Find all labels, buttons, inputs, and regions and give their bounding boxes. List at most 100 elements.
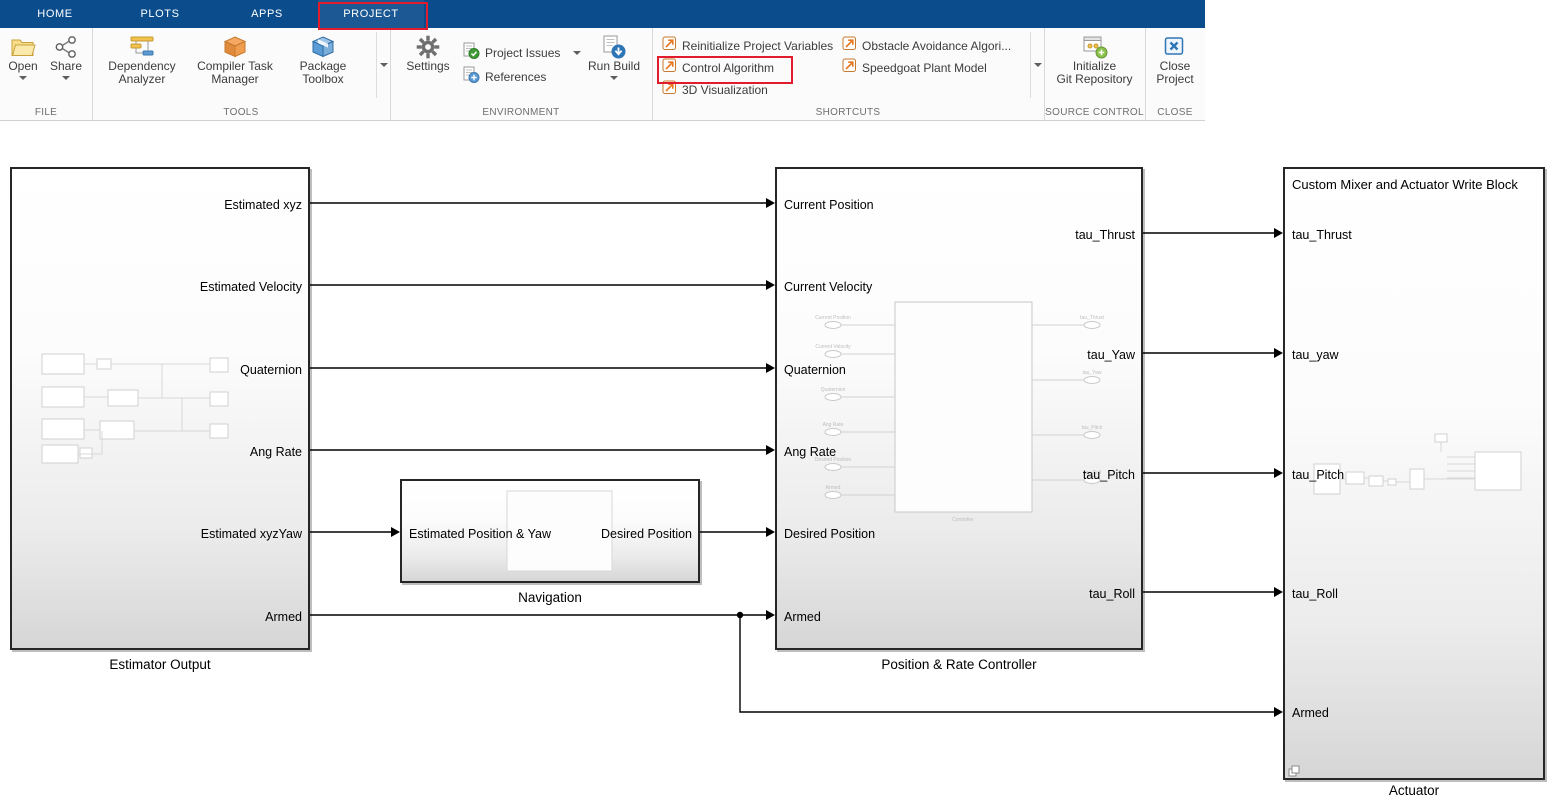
run-build-icon: [601, 33, 627, 60]
tab-project[interactable]: PROJECT: [318, 0, 424, 28]
ribbon-section-file: Open Share FILE: [0, 28, 93, 120]
port-tau-thrust-in: tau_Thrust: [1292, 228, 1352, 242]
block-position-rate-controller[interactable]: Current Position Current Velocity Quater…: [775, 167, 1143, 650]
share-dropdown-caret[interactable]: [62, 76, 70, 80]
shortcut-control-algorithm[interactable]: Control Algorithm: [662, 58, 774, 78]
ribbon-section-environment: Settings Project Issues References Run B…: [390, 28, 653, 120]
settings-gear-icon: [416, 33, 440, 60]
run-build-dropdown-caret[interactable]: [610, 76, 618, 80]
close-project-icon: [1163, 33, 1187, 60]
block-actuator[interactable]: Custom Mixer and Actuator Write Block ta…: [1283, 167, 1545, 780]
project-issues-dropdown-caret[interactable]: [573, 51, 581, 55]
port-tau-pitch-out: tau_Pitch: [1083, 468, 1135, 482]
port-tau-yaw-out: tau_Yaw: [1087, 348, 1135, 362]
inner-port-label: Quaternion: [821, 387, 846, 393]
section-label-tools: TOOLS: [92, 107, 390, 118]
port-desired-position-out: Desired Position: [601, 527, 692, 541]
shortcut-obstacle-avoidance[interactable]: Obstacle Avoidance Algori...: [842, 36, 1011, 56]
actuator-block-title: Custom Mixer and Actuator Write Block: [1292, 177, 1518, 192]
block-estimator-output[interactable]: Estimated xyz Estimated Velocity Quatern…: [10, 167, 310, 650]
open-button-label: Open: [8, 60, 37, 73]
estimator-inner-sketch: [12, 169, 308, 648]
caption-position-rate-controller: Position & Rate Controller: [775, 657, 1143, 672]
share-button[interactable]: Share: [46, 33, 86, 80]
package-toolbox-button[interactable]: Package Toolbox: [290, 33, 356, 86]
toolstrip-tabbar: HOME PLOTS APPS PROJECT: [0, 0, 1205, 28]
run-build-button[interactable]: Run Build: [584, 33, 644, 80]
ribbon-section-close: Close Project CLOSE: [1145, 28, 1205, 120]
ribbon-section-shortcuts: Reinitialize Project Variables Control A…: [652, 28, 1045, 120]
compiler-task-manager-button[interactable]: Compiler Task Manager: [191, 33, 279, 86]
references-icon: [462, 66, 480, 89]
section-label-source-control: SOURCE CONTROL: [1044, 107, 1145, 118]
dependency-analyzer-label-line2: Analyzer: [119, 73, 166, 86]
ribbon-section-tools: Dependency Analyzer Compiler Task Manage…: [92, 28, 391, 120]
project-issues-button[interactable]: Project Issues: [462, 43, 581, 63]
close-project-button[interactable]: Close Project: [1150, 33, 1200, 86]
shortcut-icon: [662, 36, 677, 56]
shortcut-speedgoat-plant-model[interactable]: Speedgoat Plant Model: [842, 58, 987, 78]
tab-plots[interactable]: PLOTS: [110, 0, 210, 28]
shortcut-label: Obstacle Avoidance Algori...: [862, 39, 1011, 53]
inner-port-label: Ang Rate: [823, 422, 844, 428]
compiler-task-manager-icon: [222, 33, 248, 60]
port-current-velocity: Current Velocity: [784, 280, 872, 294]
tab-home[interactable]: HOME: [0, 0, 110, 28]
inner-port-label: Current Position: [815, 315, 851, 321]
port-tau-roll-in: tau_Roll: [1292, 587, 1338, 601]
inner-port-label: tau_Yaw: [1082, 370, 1101, 376]
open-button[interactable]: Open: [4, 33, 42, 80]
open-dropdown-caret[interactable]: [19, 76, 27, 80]
ribbon: Open Share FILE Dependency Analyzer Comp…: [0, 28, 1205, 121]
shortcuts-gallery-expand-button[interactable]: [1030, 32, 1044, 98]
inner-block-caption: Controller: [952, 517, 974, 523]
shortcut-reinitialize-project-variables[interactable]: Reinitialize Project Variables: [662, 36, 833, 56]
caption-estimator-output: Estimator Output: [10, 657, 310, 672]
inner-port-label: tau_Thrust: [1080, 315, 1105, 321]
shortcut-icon: [662, 58, 677, 78]
project-issues-icon: [462, 42, 480, 65]
port-estimated-xyz: Estimated xyz: [224, 198, 302, 212]
tools-gallery-expand-button[interactable]: [376, 32, 390, 98]
compiler-task-manager-label-line2: Manager: [211, 73, 258, 86]
port-armed-in: Armed: [784, 610, 821, 624]
port-ang-rate-in: Ang Rate: [784, 445, 836, 459]
share-icon: [54, 33, 78, 60]
run-build-label: Run Build: [588, 60, 640, 73]
package-toolbox-icon: [310, 33, 336, 60]
port-tau-pitch-in: tau_Pitch: [1292, 468, 1344, 482]
initialize-git-label-line2: Git Repository: [1056, 73, 1132, 86]
dependency-analyzer-icon: [129, 33, 155, 60]
project-issues-label: Project Issues: [485, 46, 560, 60]
package-toolbox-label-line2: Toolbox: [302, 73, 343, 86]
initialize-git-repository-button[interactable]: Initialize Git Repository: [1052, 33, 1137, 86]
shortcut-icon: [842, 58, 857, 78]
shortcut-label: Speedgoat Plant Model: [862, 61, 987, 75]
share-button-label: Share: [50, 60, 82, 73]
shortcut-label: 3D Visualization: [682, 83, 768, 97]
inner-port-label: Current Velocity: [815, 344, 851, 350]
section-label-shortcuts: SHORTCUTS: [652, 107, 1044, 118]
settings-button-label: Settings: [406, 60, 449, 73]
port-tau-roll-out: tau_Roll: [1089, 587, 1135, 601]
port-desired-position: Desired Position: [784, 527, 875, 541]
port-armed-actuator: Armed: [1292, 706, 1329, 720]
block-navigation[interactable]: Estimated Position & Yaw Desired Positio…: [400, 479, 700, 583]
port-estimated-velocity: Estimated Velocity: [200, 280, 302, 294]
port-tau-yaw-in: tau_yaw: [1292, 348, 1339, 362]
port-quaternion: Quaternion: [240, 363, 302, 377]
shortcut-icon: [662, 80, 677, 100]
section-label-file: FILE: [0, 107, 92, 118]
shortcuts-gallery-caret-icon: [1034, 63, 1042, 67]
port-quaternion-in: Quaternion: [784, 363, 846, 377]
dependency-analyzer-button[interactable]: Dependency Analyzer: [100, 33, 184, 86]
references-button[interactable]: References: [462, 67, 546, 87]
shortcut-label: Reinitialize Project Variables: [682, 39, 833, 53]
shortcut-3d-visualization[interactable]: 3D Visualization: [662, 80, 768, 100]
tab-apps[interactable]: APPS: [213, 0, 321, 28]
inner-port-label: tau_Pitch: [1082, 425, 1103, 431]
references-label: References: [485, 70, 546, 84]
port-armed: Armed: [265, 610, 302, 624]
settings-button[interactable]: Settings: [400, 33, 456, 73]
caption-actuator: Actuator: [1283, 783, 1545, 798]
